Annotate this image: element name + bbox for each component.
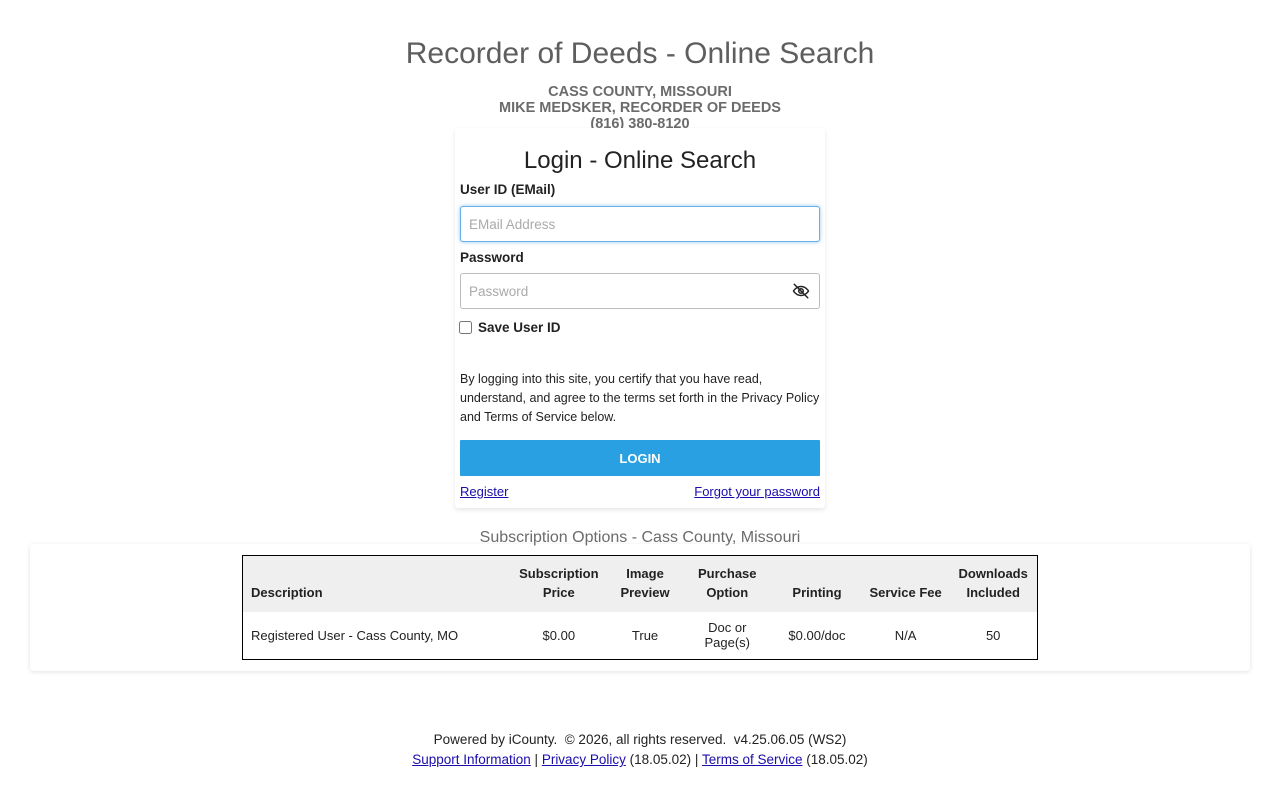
support-info-link[interactable]: Support Information	[412, 752, 531, 767]
forgot-password-link[interactable]: Forgot your password	[694, 484, 820, 499]
eye-slash-icon[interactable]	[792, 282, 810, 300]
county-info: CASS COUNTY, MISSOURI MIKE MEDSKER, RECO…	[0, 84, 1280, 132]
table-header-row: Description Subscription Price Image Pre…	[242, 555, 1038, 612]
column-header: Printing	[792, 585, 842, 600]
password-label: Password	[460, 250, 524, 265]
recorder-name: MIKE MEDSKER, RECORDER OF DEEDS	[499, 100, 781, 116]
privacy-version: (18.05.02)	[629, 752, 692, 767]
footer: Powered by iCounty. © 2026, all rights r…	[0, 730, 1280, 770]
save-user-id-label[interactable]: Save User ID	[478, 320, 561, 335]
terms-notice: By logging into this site, you certify t…	[460, 372, 820, 424]
password-input[interactable]	[460, 273, 820, 309]
table-cell: $0.00/doc	[788, 627, 846, 643]
terms-version: (18.05.02)	[806, 752, 868, 767]
login-button[interactable]: LOGIN	[460, 440, 820, 476]
email-input[interactable]	[460, 206, 820, 242]
table-cell: Registered User - Cass County, MO	[251, 627, 459, 643]
table-cell: Doc or Page(s)	[704, 620, 751, 650]
footer-copyright: Powered by iCounty. © 2026, all rights r…	[433, 732, 847, 747]
column-header: Service Fee	[869, 585, 942, 600]
table-cell: N/A	[894, 627, 917, 643]
user-id-label: User ID (EMail)	[460, 182, 556, 197]
county-name: CASS COUNTY, MISSOURI	[548, 84, 732, 100]
table-cell: $0.00	[542, 627, 576, 643]
save-user-id-checkbox[interactable]	[459, 321, 472, 334]
page: Recorder of Deeds - Online Search CASS C…	[0, 0, 1280, 800]
terms-of-service-link[interactable]: Terms of Service	[702, 752, 803, 767]
page-title: Recorder of Deeds - Online Search	[405, 37, 875, 70]
footer-separator: |	[694, 752, 699, 767]
footer-separator: |	[534, 752, 539, 767]
table-row: Registered User - Cass County, MO $0.00 …	[243, 612, 1038, 660]
subscription-table: Description Subscription Price Image Pre…	[242, 555, 1038, 660]
save-user-id-row: Save User ID	[459, 320, 561, 335]
subscription-title: Subscription Options - Cass County, Miss…	[479, 529, 801, 546]
footer-links: Support Information | Privacy Policy (18…	[0, 750, 1280, 770]
column-header: Downloads Included	[958, 566, 1028, 600]
column-header: Description	[251, 585, 323, 600]
login-title: Login - Online Search	[523, 147, 757, 174]
privacy-policy-link[interactable]: Privacy Policy	[542, 752, 626, 767]
register-link[interactable]: Register	[460, 484, 508, 499]
table-cell: 50	[985, 627, 1001, 643]
table-cell: True	[631, 627, 659, 643]
column-header: Purchase Option	[697, 566, 757, 600]
column-header: Image Preview	[620, 566, 670, 600]
column-header: Subscription Price	[519, 566, 599, 600]
